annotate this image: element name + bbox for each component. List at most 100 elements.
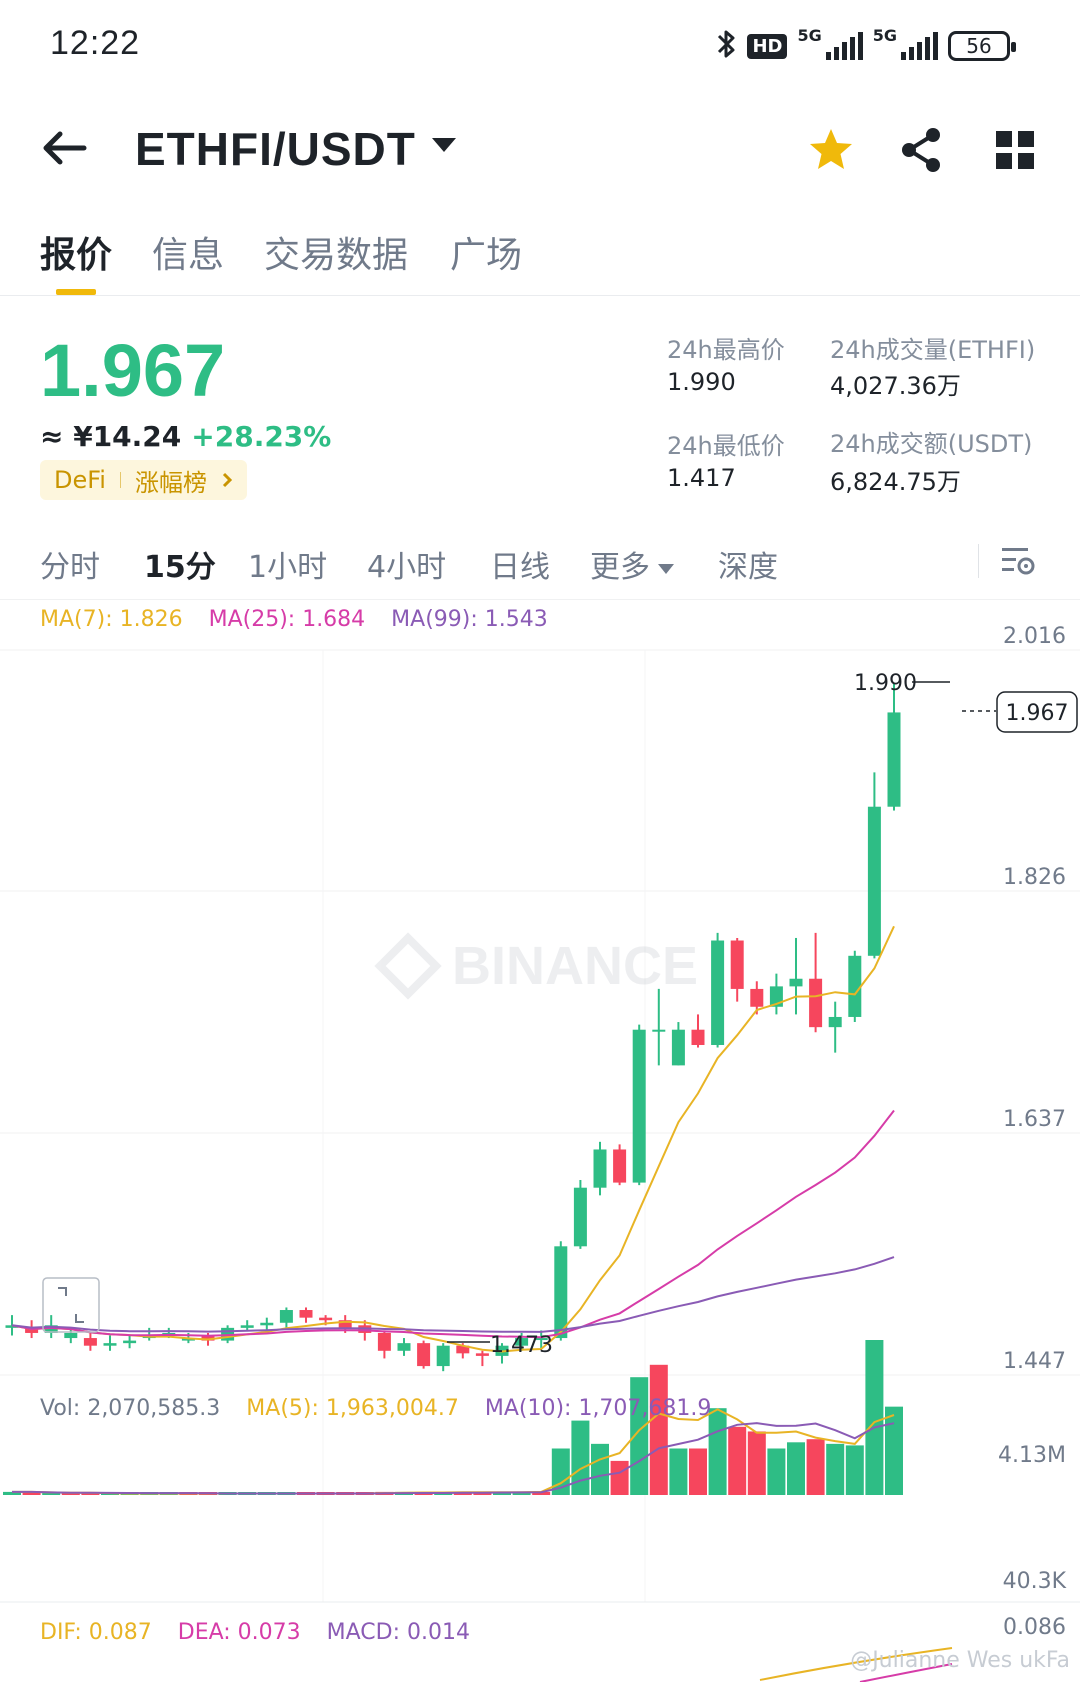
- interval-4h[interactable]: 4小时: [367, 542, 446, 586]
- candle-body: [828, 1016, 842, 1028]
- back-arrow-icon: [43, 131, 87, 165]
- ma25-line: [11, 1109, 895, 1339]
- interval-depth[interactable]: 深度: [718, 542, 778, 586]
- sim2-label: 5G: [872, 26, 897, 45]
- volume-bar: [728, 1426, 747, 1495]
- candle-body: [573, 1187, 587, 1247]
- interval-15m[interactable]: 15分: [144, 542, 216, 586]
- status-bar: 12:22 HD 5G 5G 56: [0, 0, 1080, 90]
- volume-bar: [708, 1408, 727, 1495]
- sector-label: DeFi: [54, 466, 106, 494]
- candle-body: [377, 1332, 391, 1351]
- high-marker-label: 1.990: [854, 671, 917, 696]
- tab-quote[interactable]: 报价: [40, 226, 112, 278]
- volume-axis-label: 40.3K: [1003, 1569, 1067, 1594]
- favorite-button[interactable]: [806, 125, 856, 175]
- candle-body: [279, 1310, 293, 1323]
- candle-body: [691, 1029, 705, 1045]
- macd-legend: DIF: 0.087 DEA: 0.073 MACD: 0.014: [40, 1620, 470, 1645]
- tag-divider: [119, 472, 121, 488]
- vol-ma5-legend: MA(5): 1,963,004.7: [246, 1396, 459, 1421]
- price-axis-label: 2.016: [1003, 624, 1066, 649]
- rank-label: 涨幅榜: [134, 468, 207, 497]
- volume-bar: [885, 1406, 903, 1495]
- volume-bar: [610, 1460, 629, 1495]
- candle-body: [848, 955, 862, 1017]
- layout-button[interactable]: [990, 125, 1040, 175]
- binance-watermark: BINANCE: [374, 932, 698, 1000]
- back-button[interactable]: [40, 128, 90, 168]
- candle-body: [887, 712, 901, 807]
- volume-bar: [649, 1364, 668, 1495]
- high-value: 1.990: [667, 368, 736, 396]
- candle-body: [83, 1338, 97, 1346]
- sector-tag[interactable]: DeFi 涨幅榜: [40, 460, 247, 500]
- candle-body: [103, 1343, 117, 1346]
- candle-body: [750, 988, 764, 1007]
- share-icon: [902, 128, 940, 172]
- candle-body: [593, 1149, 607, 1188]
- price-summary: 1.967 ≈ ¥14.24 +28.23% DeFi 涨幅榜 24h最高价 1.…: [0, 300, 1080, 500]
- volume-bar: [787, 1442, 805, 1495]
- macd-value-legend: MACD: 0.014: [326, 1620, 470, 1645]
- interval-time-share[interactable]: 分时: [40, 542, 100, 586]
- low-marker-label: 1.473: [490, 1333, 553, 1358]
- candle-body: [809, 978, 823, 1028]
- volume-bar: [767, 1448, 786, 1495]
- volume-bar: [669, 1448, 688, 1495]
- low-value: 1.417: [667, 464, 736, 492]
- watermark-text: BINANCE: [452, 936, 698, 996]
- vol-legend: Vol: 2,070,585.3: [40, 1396, 221, 1421]
- more-label: 更多: [590, 550, 650, 585]
- candle-body: [319, 1317, 333, 1321]
- sim1-label: 5G: [797, 26, 822, 45]
- main-tabs: 报价 信息 交易数据 广场: [0, 220, 1080, 296]
- volume-bar: [865, 1340, 884, 1495]
- candle-body: [632, 1029, 646, 1183]
- signal-icon: [825, 32, 863, 60]
- divider: [978, 544, 979, 578]
- chart-settings-icon: [1002, 548, 1035, 575]
- candle-body: [475, 1353, 489, 1356]
- tab-trading-data[interactable]: 交易数据: [264, 226, 408, 278]
- share-button[interactable]: [897, 125, 947, 175]
- interval-1d[interactable]: 日线: [490, 542, 550, 586]
- candle-body: [711, 940, 725, 1045]
- candle-body: [417, 1343, 431, 1367]
- vol-quote-label: 24h成交额(USDT): [830, 430, 1033, 458]
- status-icons: HD 5G 5G 56: [715, 26, 1016, 66]
- pair-selector[interactable]: ETHFI/USDT: [135, 122, 416, 176]
- hd-voice-icon: HD: [747, 33, 788, 59]
- tab-square[interactable]: 广场: [450, 226, 522, 278]
- change-percent: +28.23%: [191, 420, 332, 453]
- dea-legend: DEA: 0.073: [177, 1620, 301, 1645]
- candle-body: [397, 1343, 411, 1351]
- volume-bar: [826, 1443, 845, 1495]
- candle-body: [789, 978, 803, 987]
- chevron-right-icon: [222, 472, 233, 488]
- candle-body: [240, 1325, 254, 1328]
- candle-body: [64, 1332, 78, 1339]
- volume-bar: [689, 1448, 707, 1495]
- price-axis-label: 1.826: [1003, 865, 1066, 890]
- candle-body: [554, 1246, 568, 1339]
- volume-axis-label: 4.13M: [998, 1443, 1066, 1468]
- credit-watermark: @Julianne Wes ukFa: [850, 1648, 1070, 1673]
- candle-body: [436, 1345, 450, 1367]
- battery-level: 56: [966, 34, 992, 58]
- price-axis-label: 1.447: [1003, 1349, 1066, 1374]
- tab-info[interactable]: 信息: [152, 226, 224, 278]
- pair-header: ETHFI/USDT: [0, 100, 1080, 200]
- battery-icon: 56: [948, 31, 1016, 61]
- signal-icon: [901, 32, 938, 60]
- candlestick-chart[interactable]: BINANCE 2.016 1.826 1.637 1.447 1.990 1.…: [0, 600, 1080, 1682]
- last-price-tag-label: 1.967: [1006, 701, 1069, 726]
- candles-group: [5, 683, 901, 1372]
- chart-settings-button[interactable]: [1000, 544, 1036, 582]
- interval-selector: 分时 15分 1小时 4小时 日线 更多 深度: [0, 530, 1080, 600]
- caret-down-icon[interactable]: [432, 138, 456, 152]
- high-label: 24h最高价: [667, 336, 785, 364]
- interval-1h[interactable]: 1小时: [248, 542, 327, 586]
- interval-more[interactable]: 更多: [590, 542, 674, 586]
- volume-bar: [591, 1443, 609, 1495]
